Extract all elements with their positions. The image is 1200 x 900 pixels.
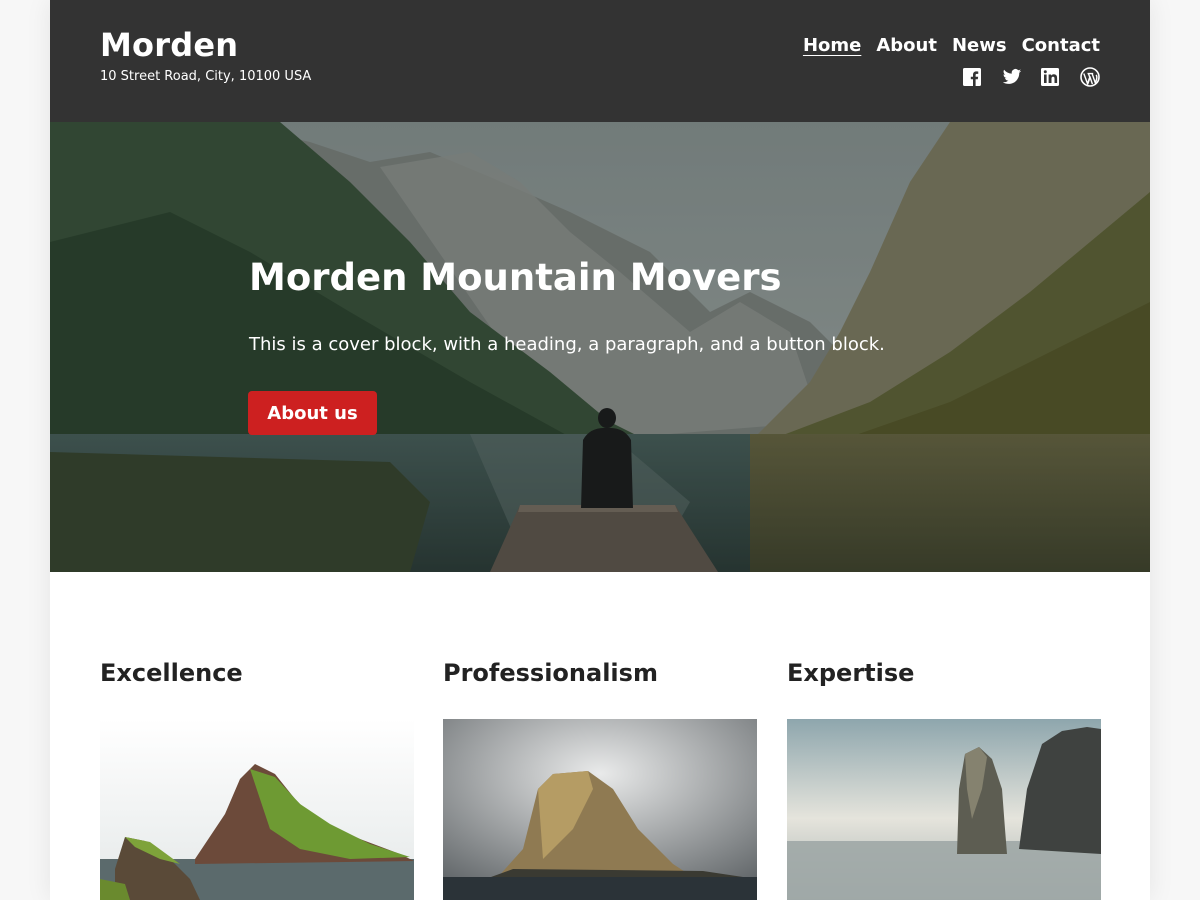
cover-heading: Morden Mountain Movers — [249, 256, 782, 299]
cover-block: Morden Mountain Movers This is a cover b… — [50, 122, 1150, 572]
about-us-button[interactable]: About us — [248, 391, 377, 435]
social-links — [963, 67, 1100, 87]
facebook-icon[interactable] — [963, 67, 983, 87]
nav-item-about[interactable]: About — [876, 35, 937, 56]
nav-item-home[interactable]: Home — [803, 35, 861, 56]
twitter-icon[interactable] — [1002, 67, 1022, 87]
sea-stacks-calm-water-photo — [787, 719, 1101, 900]
page: Morden 10 Street Road, City, 10100 USA H… — [50, 0, 1150, 900]
column-heading-expertise: Expertise — [787, 659, 915, 687]
rock-island-stormy-sky-photo — [443, 719, 757, 900]
nav-item-news[interactable]: News — [952, 35, 1007, 56]
column-heading-professionalism: Professionalism — [443, 659, 658, 687]
site-header: Morden 10 Street Road, City, 10100 USA H… — [50, 0, 1150, 122]
main-nav: Home About News Contact — [803, 35, 1100, 56]
green-island-cliffs-photo — [100, 719, 414, 900]
site-address: 10 Street Road, City, 10100 USA — [100, 69, 312, 84]
nav-item-contact[interactable]: Contact — [1022, 35, 1100, 56]
site-title[interactable]: Morden — [100, 26, 238, 64]
wordpress-icon[interactable] — [1080, 67, 1100, 87]
cover-paragraph: This is a cover block, with a heading, a… — [249, 334, 885, 355]
linkedin-icon[interactable] — [1041, 67, 1061, 87]
column-heading-excellence: Excellence — [100, 659, 243, 687]
